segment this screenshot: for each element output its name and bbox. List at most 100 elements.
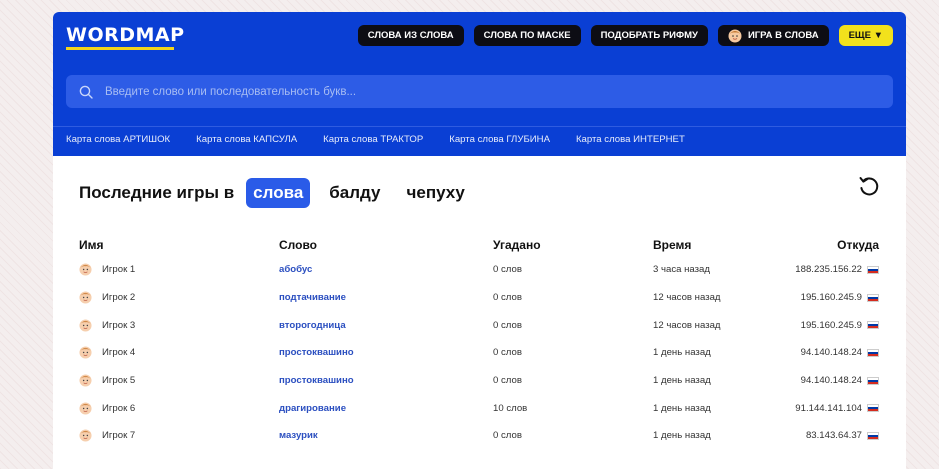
player: Игрок 7 — [79, 429, 279, 443]
cell-time: 1 день назад — [653, 347, 711, 359]
recent-games-header: Последние игры в слова балду чепуху — [79, 178, 484, 208]
ip-address: 94.140.148.24 — [800, 347, 862, 359]
logo[interactable]: WORDMAP — [66, 24, 185, 46]
col-guessed: Угадано — [493, 238, 541, 252]
col-word: Слово — [279, 238, 318, 252]
link-artishok[interactable]: Карта слова АРТИШОК — [66, 134, 170, 145]
russia-flag-icon — [867, 265, 879, 274]
cell-origin: 195.160.245.9 — [763, 311, 879, 339]
table-row: Игрок 1 абобус 0 слов 3 часа назад 188.235.1… — [79, 256, 879, 284]
cell-guessed: 0 слов — [493, 292, 522, 304]
cell-word: абобус — [279, 256, 493, 284]
cell-player: Игрок 6 — [79, 394, 279, 422]
face-avatar-icon — [79, 263, 92, 276]
nav-label: ИГРА В СЛОВА — [747, 30, 819, 41]
word-link[interactable]: мазурик — [279, 430, 318, 441]
player: Игрок 6 — [79, 402, 279, 415]
nav-find-rhyme-button[interactable]: ПОДОБРАТЬ РИФМУ — [590, 25, 708, 46]
cell-time: 3 часа назад — [653, 264, 710, 276]
col-time: Время — [653, 238, 692, 252]
col-origin: Откуда — [837, 238, 879, 252]
table-row: Игрок 7 мазурик 0 слов 1 день назад 83.143.6… — [79, 422, 879, 450]
player: Игрок 5 — [79, 374, 279, 387]
nav-words-by-mask-button[interactable]: СЛОВА ПО МАСКЕ — [473, 25, 581, 46]
refresh-icon[interactable] — [858, 175, 880, 197]
russia-flag-icon — [867, 404, 879, 413]
nav-label: СЛОВА ПО МАСКЕ — [483, 30, 571, 41]
link-kapsula[interactable]: Карта слова КАПСУЛА — [196, 134, 297, 145]
nav-label: ЕЩЕ ▼ — [848, 30, 883, 41]
link-traktor[interactable]: Карта слова ТРАКТОР — [323, 134, 423, 145]
player: Игрок 3 — [79, 319, 279, 332]
cell-guessed: 0 слов — [493, 375, 522, 387]
player-name: Игрок 5 — [102, 375, 136, 387]
cell-origin: 83.143.64.37 — [763, 422, 879, 450]
table-header-row: Имя Слово Угадано Время Откуда — [79, 234, 879, 256]
ip-address: 188.235.156.22 — [795, 264, 862, 276]
nav-label: СЛОВА ИЗ СЛОВА — [367, 30, 454, 41]
origin: 94.140.148.24 — [801, 375, 879, 386]
cell-player: Игрок 3 — [79, 311, 279, 339]
face-avatar-icon — [79, 402, 92, 415]
section-title: Последние игры в — [79, 183, 235, 202]
word-link[interactable]: абобус — [279, 264, 312, 275]
recent-games-table: Имя Слово Угадано Время Откуда Игрок 1 аб… — [79, 234, 879, 450]
ip-address: 195.160.245.9 — [800, 319, 862, 331]
table-row: Игрок 3 второгодница 0 слов 12 часов назад 1… — [79, 311, 879, 339]
cell-word: простоквашино — [279, 367, 493, 395]
ip-address: 195.160.245.9 — [800, 292, 862, 304]
cell-origin: 188.235.156.22 — [763, 256, 879, 284]
player-name: Игрок 7 — [102, 430, 136, 442]
russia-flag-icon — [867, 431, 879, 440]
origin: 83.143.64.37 — [806, 430, 879, 441]
cell-guessed: 0 слов — [493, 264, 522, 276]
face-avatar-icon — [79, 374, 92, 387]
word-link[interactable]: простоквашино — [279, 375, 354, 386]
nav-words-from-word-button[interactable]: СЛОВА ИЗ СЛОВА — [357, 25, 464, 46]
link-glubina[interactable]: Карта слова ГЛУБИНА — [449, 134, 550, 145]
cell-word: второгодница — [279, 311, 493, 339]
ip-address: 83.143.64.37 — [805, 430, 862, 442]
col-name: Имя — [79, 238, 104, 252]
table-row: Игрок 2 подтачивание 0 слов 12 часов назад 1… — [79, 284, 879, 312]
tab-slova[interactable]: слова — [246, 178, 311, 208]
link-internet[interactable]: Карта слова ИНТЕРНЕТ — [576, 134, 685, 145]
face-avatar-icon — [728, 29, 742, 42]
player-name: Игрок 4 — [102, 347, 136, 359]
face-avatar-icon — [79, 346, 92, 359]
header: WORDMAP СЛОВА ИЗ СЛОВА СЛОВА ПО МАСКЕ ПО… — [53, 12, 906, 156]
page: WORDMAP СЛОВА ИЗ СЛОВА СЛОВА ПО МАСКЕ ПО… — [53, 12, 906, 469]
nav-label: ПОДОБРАТЬ РИФМУ — [600, 30, 698, 41]
nav-word-game-button[interactable]: ИГРА В СЛОВА — [717, 25, 829, 46]
cell-player: Игрок 4 — [79, 339, 279, 367]
player: Игрок 1 — [79, 263, 279, 276]
word-link[interactable]: подтачивание — [279, 292, 346, 303]
player-name: Игрок 6 — [102, 402, 136, 414]
cell-word: драгирование — [279, 394, 493, 422]
player-name: Игрок 2 — [102, 292, 136, 304]
table-row: Игрок 4 простоквашино 0 слов 1 день назад 94… — [79, 339, 879, 367]
russia-flag-icon — [867, 376, 879, 385]
face-avatar-icon — [79, 291, 92, 304]
search-input[interactable] — [105, 85, 865, 98]
player-name: Игрок 1 — [102, 264, 136, 276]
word-link[interactable]: второгодница — [279, 320, 346, 331]
cell-player: Игрок 1 — [79, 256, 279, 284]
search-icon — [79, 85, 93, 99]
face-avatar-icon — [79, 429, 92, 443]
tab-chepuhu[interactable]: чепуху — [400, 178, 472, 208]
table-row: Игрок 5 простоквашино 0 слов 1 день назад 94… — [79, 367, 879, 395]
word-link[interactable]: драгирование — [279, 403, 346, 414]
origin: 94.140.148.24 — [801, 347, 879, 358]
cell-time: 1 день назад — [653, 402, 711, 414]
cell-origin: 94.140.148.24 — [763, 339, 879, 367]
origin: 188.235.156.22 — [795, 264, 879, 275]
tab-baldu[interactable]: балду — [322, 178, 387, 208]
cell-player: Игрок 2 — [79, 284, 279, 312]
cell-time: 12 часов назад — [653, 292, 721, 304]
nav-more-button[interactable]: ЕЩЕ ▼ — [838, 25, 893, 46]
word-link[interactable]: простоквашино — [279, 347, 354, 358]
cell-guessed: 10 слов — [493, 402, 528, 414]
search-bar[interactable] — [66, 75, 893, 108]
ip-address: 94.140.148.24 — [800, 375, 862, 387]
